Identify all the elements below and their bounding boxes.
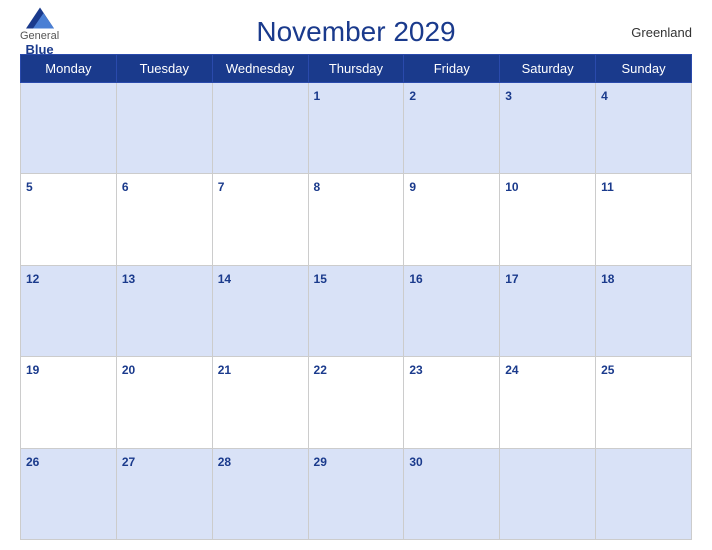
calendar-cell: 29 <box>308 448 404 539</box>
calendar-cell: 23 <box>404 357 500 448</box>
calendar-cell: 17 <box>500 265 596 356</box>
calendar-cell: 2 <box>404 83 500 174</box>
calendar-cell: 21 <box>212 357 308 448</box>
calendar-title: November 2029 <box>256 16 455 48</box>
day-number: 29 <box>314 455 327 469</box>
day-number: 28 <box>218 455 231 469</box>
day-number: 2 <box>409 89 416 103</box>
weekday-header-sunday: Sunday <box>596 55 692 83</box>
calendar-cell: 3 <box>500 83 596 174</box>
calendar-cell: 26 <box>21 448 117 539</box>
calendar-cell: 7 <box>212 174 308 265</box>
day-number: 8 <box>314 180 321 194</box>
weekday-header-row: MondayTuesdayWednesdayThursdayFridaySatu… <box>21 55 692 83</box>
calendar-cell: 30 <box>404 448 500 539</box>
calendar-cell: 11 <box>596 174 692 265</box>
weekday-header-monday: Monday <box>21 55 117 83</box>
calendar-week-row: 1 2 3 4 <box>21 83 692 174</box>
day-number: 27 <box>122 455 135 469</box>
calendar-cell: 8 <box>308 174 404 265</box>
day-number: 13 <box>122 272 135 286</box>
calendar-cell: 12 <box>21 265 117 356</box>
day-number: 22 <box>314 363 327 377</box>
day-number: 20 <box>122 363 135 377</box>
day-number: 7 <box>218 180 225 194</box>
day-number: 12 <box>26 272 39 286</box>
weekday-header-friday: Friday <box>404 55 500 83</box>
day-number: 10 <box>505 180 518 194</box>
day-number: 17 <box>505 272 518 286</box>
calendar-cell: 24 <box>500 357 596 448</box>
calendar-header: General Blue November 2029 Greenland <box>20 10 692 48</box>
day-number: 23 <box>409 363 422 377</box>
day-number: 24 <box>505 363 518 377</box>
calendar-cell <box>596 448 692 539</box>
calendar-cell: 18 <box>596 265 692 356</box>
calendar-cell: 1 <box>308 83 404 174</box>
calendar-table: MondayTuesdayWednesdayThursdayFridaySatu… <box>20 54 692 540</box>
calendar-cell: 20 <box>116 357 212 448</box>
day-number: 15 <box>314 272 327 286</box>
calendar-cell: 5 <box>21 174 117 265</box>
calendar-cell: 4 <box>596 83 692 174</box>
weekday-header-wednesday: Wednesday <box>212 55 308 83</box>
calendar-cell: 10 <box>500 174 596 265</box>
calendar-week-row: 19 20 21 22 23 24 25 <box>21 357 692 448</box>
calendar-cell: 28 <box>212 448 308 539</box>
calendar-cell <box>21 83 117 174</box>
day-number: 19 <box>26 363 39 377</box>
calendar-cell: 13 <box>116 265 212 356</box>
calendar-cell: 6 <box>116 174 212 265</box>
logo: General Blue <box>20 7 59 57</box>
day-number: 9 <box>409 180 416 194</box>
calendar-cell: 27 <box>116 448 212 539</box>
calendar-cell <box>212 83 308 174</box>
day-number: 18 <box>601 272 614 286</box>
calendar-cell <box>500 448 596 539</box>
logo-icon <box>26 7 54 29</box>
calendar-cell: 15 <box>308 265 404 356</box>
day-number: 1 <box>314 89 321 103</box>
day-number: 25 <box>601 363 614 377</box>
weekday-header-thursday: Thursday <box>308 55 404 83</box>
weekday-header-saturday: Saturday <box>500 55 596 83</box>
day-number: 11 <box>601 180 614 194</box>
day-number: 16 <box>409 272 422 286</box>
calendar-cell: 14 <box>212 265 308 356</box>
weekday-header-tuesday: Tuesday <box>116 55 212 83</box>
region-label: Greenland <box>631 25 692 40</box>
calendar-cell: 16 <box>404 265 500 356</box>
calendar-cell <box>116 83 212 174</box>
calendar-cell: 22 <box>308 357 404 448</box>
calendar-cell: 9 <box>404 174 500 265</box>
day-number: 14 <box>218 272 231 286</box>
day-number: 6 <box>122 180 129 194</box>
day-number: 26 <box>26 455 39 469</box>
calendar-week-row: 26 27 28 29 30 <box>21 448 692 539</box>
day-number: 3 <box>505 89 512 103</box>
day-number: 4 <box>601 89 608 103</box>
logo-general: General <box>20 30 59 42</box>
calendar-week-row: 12 13 14 15 16 17 18 <box>21 265 692 356</box>
calendar-week-row: 5 6 7 8 9 10 11 <box>21 174 692 265</box>
day-number: 5 <box>26 180 33 194</box>
logo-blue: Blue <box>25 42 53 57</box>
calendar-cell: 19 <box>21 357 117 448</box>
day-number: 30 <box>409 455 422 469</box>
calendar-cell: 25 <box>596 357 692 448</box>
day-number: 21 <box>218 363 231 377</box>
